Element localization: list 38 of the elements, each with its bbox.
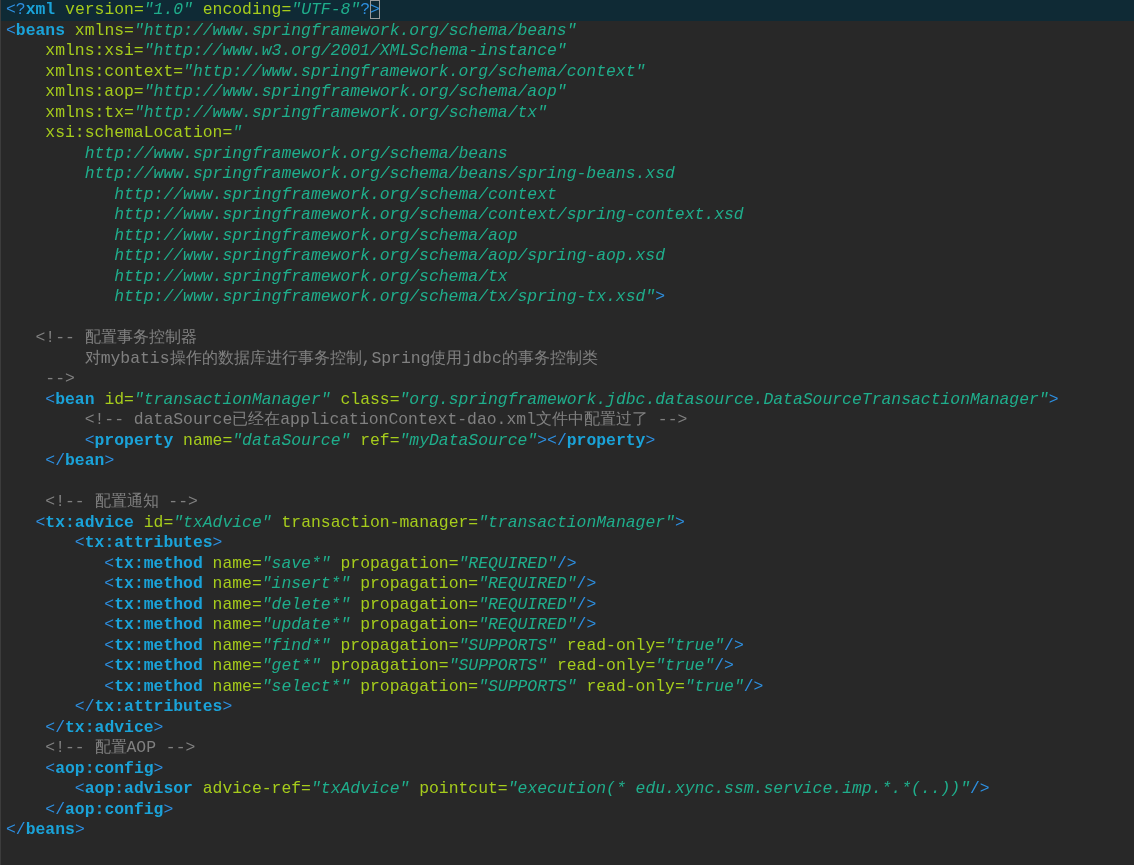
code-line: <property name="dataSource" ref="myDataSource"></property> <box>83 430 657 451</box>
code-line: --> <box>44 369 76 390</box>
code-line: http://www.springframework.org/schema/context/spring-context.xsd <box>113 205 745 226</box>
code-line: <tx:attributes> <box>73 533 224 554</box>
code-line: <!-- dataSource已经在applicationContext-dao.xml文件中配置过了 --> <box>83 410 689 431</box>
code-line: <tx:method name="delete*" propagation="REQUIRED"/> <box>103 594 598 615</box>
code-line: <aop:config> <box>44 758 165 779</box>
code-line: xmlns:context="http://www.springframework.org/schema/context" <box>44 61 647 82</box>
code-line: <beans xmlns="http://www.springframework.org/schema/beans" <box>5 20 578 41</box>
code-line: http://www.springframework.org/schema/aop/spring-aop.xsd <box>113 246 666 267</box>
code-line: <tx:method name="find*" propagation="SUPPORTS" read-only="true"/> <box>103 635 745 656</box>
code-line: xmlns:tx="http://www.springframework.org/schema/tx" <box>44 102 548 123</box>
code-line: <bean id="transactionManager" class="org.springframework.jdbc.datasource.DataSourceTransactionManager"> <box>44 389 1060 410</box>
code-line: http://www.springframework.org/schema/tx/spring-tx.xsd"> <box>113 287 667 308</box>
code-line: </tx:attributes> <box>73 697 234 718</box>
code-line: </bean> <box>44 451 116 472</box>
code-line: <tx:method name="update*" propagation="REQUIRED"/> <box>103 615 598 636</box>
code-line: </tx:advice> <box>44 717 165 738</box>
code-line: http://www.springframework.org/schema/aop <box>113 225 519 246</box>
code-line: http://www.springframework.org/schema/context <box>113 184 558 205</box>
code-line: <!-- 配置AOP --> <box>44 738 197 759</box>
code-line: <aop:advisor advice-ref="txAdvice" pointcut="execution(* edu.xync.ssm.service.imp.*.*(..))"/> <box>73 779 991 800</box>
code-line: </aop:config> <box>44 799 175 820</box>
code-line: </beans> <box>5 820 86 841</box>
code-line: <!-- 配置通知 --> <box>44 492 199 513</box>
code-line: <tx:method name="select*" propagation="SUPPORTS" read-only="true"/> <box>103 676 765 697</box>
code-line: http://www.springframework.org/schema/beans/spring-beans.xsd <box>83 164 676 185</box>
code-line: <tx:advice id="txAdvice" transaction-manager="transactionManager"> <box>34 512 686 533</box>
code-line: <tx:method name="insert*" propagation="REQUIRED"/> <box>103 574 598 595</box>
code-line: http://www.springframework.org/schema/tx <box>113 266 509 287</box>
code-line: xmlns:xsi="http://www.w3.org/2001/XMLSchema-instance" <box>44 41 568 62</box>
code-line: xmlns:aop="http://www.springframework.org/schema/aop" <box>44 82 568 103</box>
code-line: <tx:method name="save*" propagation="REQUIRED"/> <box>103 553 578 574</box>
code-line: xsi:schemaLocation=" <box>44 123 244 144</box>
code-line: http://www.springframework.org/schema/beans <box>83 143 509 164</box>
code-line: <tx:method name="get*" propagation="SUPPORTS" read-only="true"/> <box>103 656 735 677</box>
code-line: <!-- 配置事务控制器 <box>34 328 198 349</box>
code-line: 对mybatis操作的数据库进行事务控制,Spring使用jdbc的事务控制类 <box>83 348 599 369</box>
